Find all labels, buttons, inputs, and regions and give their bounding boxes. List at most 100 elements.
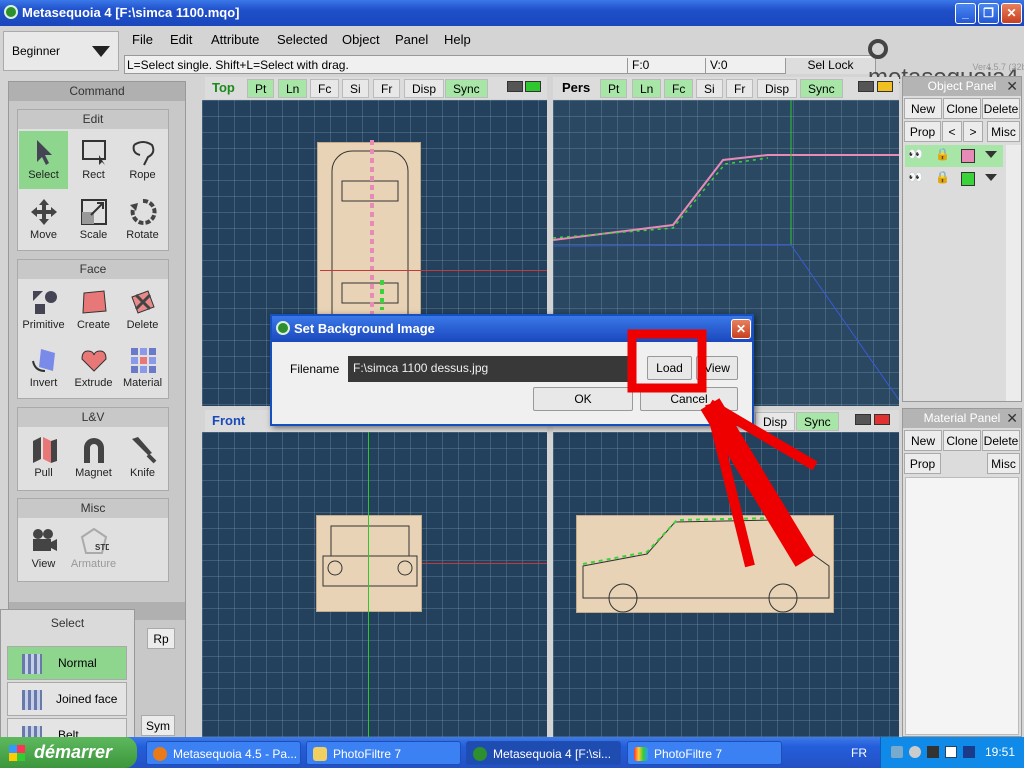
menu-object[interactable]: Object bbox=[342, 32, 380, 47]
object-scrollbar[interactable] bbox=[1006, 145, 1021, 401]
monitor-active-icon[interactable] bbox=[877, 81, 893, 92]
sym-button[interactable]: Sym bbox=[141, 715, 175, 736]
system-tray: 19:51 bbox=[880, 737, 1024, 768]
lock-icon[interactable]: 🔒 bbox=[935, 147, 950, 161]
object-row-2[interactable]: 👀 🔒 bbox=[905, 168, 1003, 190]
pers-fr-button[interactable]: Fr bbox=[726, 79, 754, 98]
menu-edit[interactable]: Edit bbox=[170, 32, 192, 47]
eye-icon[interactable]: 👀 bbox=[908, 147, 923, 161]
select-normal-button[interactable]: Normal bbox=[7, 646, 127, 680]
tray-display-icon[interactable] bbox=[945, 746, 957, 758]
task-metasequoia-active[interactable]: Metasequoia 4 [F:\si... bbox=[466, 741, 621, 765]
sel-lock-button[interactable]: Sel Lock bbox=[785, 58, 875, 74]
lock-icon[interactable]: 🔒 bbox=[935, 170, 950, 184]
monitor-icon[interactable] bbox=[858, 81, 874, 92]
object-delete-button[interactable]: Delete bbox=[982, 98, 1020, 119]
menu-file[interactable]: File bbox=[132, 32, 153, 47]
close-icon[interactable]: ✕ bbox=[1006, 410, 1018, 427]
move-tool-button[interactable]: Move bbox=[19, 191, 68, 249]
object-clone-button[interactable]: Clone bbox=[943, 98, 981, 119]
menu-selected[interactable]: Selected bbox=[277, 32, 328, 47]
lv-section: L&V Pull Magnet Knife bbox=[17, 407, 169, 491]
material-misc-button[interactable]: Misc bbox=[987, 453, 1020, 474]
scale-tool-button[interactable]: Scale bbox=[69, 191, 118, 249]
pull-tool-button[interactable]: Pull bbox=[19, 429, 68, 487]
top-view-label[interactable]: Top bbox=[212, 80, 235, 95]
material-list[interactable] bbox=[905, 477, 1019, 735]
top-fr-button[interactable]: Fr bbox=[373, 79, 401, 98]
select-tool-button[interactable]: Select bbox=[19, 131, 68, 189]
monitor-active-icon[interactable] bbox=[525, 81, 541, 92]
object-prev-button[interactable]: < bbox=[942, 121, 962, 142]
pers-disp-button[interactable]: Disp bbox=[757, 79, 798, 98]
pers-fc-button[interactable]: Fc bbox=[664, 79, 694, 98]
pers-ln-button[interactable]: Ln bbox=[632, 79, 662, 98]
material-delete-button[interactable]: Delete bbox=[982, 430, 1020, 451]
maximize-button[interactable]: ❐ bbox=[978, 3, 999, 24]
monitor-icon[interactable] bbox=[507, 81, 523, 92]
pers-sync-button[interactable]: Sync bbox=[800, 79, 843, 98]
filename-value: F:\simca 1100 dessus.jpg bbox=[353, 361, 489, 375]
view-tool-button[interactable]: View bbox=[19, 520, 68, 578]
top-disp-button[interactable]: Disp bbox=[404, 79, 445, 98]
armature-tool-button[interactable]: STD Armature bbox=[69, 520, 118, 578]
front-view-label[interactable]: Front bbox=[212, 413, 245, 428]
start-button[interactable]: démarrer bbox=[0, 737, 137, 768]
extrude-tool-button[interactable]: Extrude bbox=[69, 339, 118, 397]
rp-button[interactable]: Rp bbox=[147, 628, 175, 649]
rotate-tool-button[interactable]: Rotate bbox=[118, 191, 167, 249]
monitor-icon[interactable] bbox=[855, 414, 871, 425]
pers-si-button[interactable]: Si bbox=[696, 79, 723, 98]
top-si-button[interactable]: Si bbox=[342, 79, 369, 98]
task-photofiltre-1[interactable]: PhotoFiltre 7 bbox=[306, 741, 461, 765]
grid-icon bbox=[22, 690, 42, 710]
tray-app-icon[interactable] bbox=[927, 746, 939, 758]
menu-help[interactable]: Help bbox=[444, 32, 471, 47]
pers-pt-button[interactable]: Pt bbox=[600, 79, 628, 98]
top-ln-button[interactable]: Ln bbox=[278, 79, 308, 98]
magnet-tool-button[interactable]: Magnet bbox=[69, 429, 118, 487]
chevron-down-icon[interactable] bbox=[985, 151, 997, 158]
object-misc-button[interactable]: Misc bbox=[987, 121, 1020, 142]
tray-volume-icon[interactable] bbox=[909, 746, 921, 758]
top-fc-button[interactable]: Fc bbox=[310, 79, 340, 98]
material-tool-button[interactable]: Material bbox=[118, 339, 167, 397]
title-bar[interactable]: Metasequoia 4 [F:\simca 1100.mqo] _ ❐ ✕ bbox=[0, 0, 1024, 26]
menu-panel[interactable]: Panel bbox=[395, 32, 428, 47]
chevron-down-icon[interactable] bbox=[985, 174, 997, 181]
invert-tool-button[interactable]: Invert bbox=[19, 339, 68, 397]
object-row-1[interactable]: 👀 🔒 bbox=[905, 145, 1003, 167]
close-icon[interactable]: ✕ bbox=[1006, 78, 1018, 95]
rect-tool-button[interactable]: Rect bbox=[69, 131, 118, 189]
material-clone-button[interactable]: Clone bbox=[943, 430, 981, 451]
eye-icon[interactable]: 👀 bbox=[908, 170, 923, 184]
front-viewport[interactable] bbox=[202, 432, 547, 737]
tray-network-icon[interactable] bbox=[891, 746, 903, 758]
rope-tool-button[interactable]: Rope bbox=[118, 131, 167, 189]
object-new-button[interactable]: New bbox=[904, 98, 942, 119]
object-next-button[interactable]: > bbox=[963, 121, 983, 142]
create-tool-button[interactable]: Create bbox=[69, 281, 118, 339]
menu-attribute[interactable]: Attribute bbox=[211, 32, 259, 47]
task-photofiltre-2[interactable]: PhotoFiltre 7 bbox=[627, 741, 782, 765]
minimize-button[interactable]: _ bbox=[955, 3, 976, 24]
language-indicator[interactable]: FR bbox=[851, 746, 867, 760]
task-metasequoia-pa[interactable]: Metasequoia 4.5 - Pa... bbox=[146, 741, 301, 765]
object-prop-button[interactable]: Prop bbox=[904, 121, 941, 142]
tray-media-icon[interactable] bbox=[963, 746, 975, 758]
pers-view-label[interactable]: Pers bbox=[562, 80, 590, 95]
ok-button[interactable]: OK bbox=[533, 387, 633, 411]
top-pt-button[interactable]: Pt bbox=[247, 79, 275, 98]
filename-input[interactable]: F:\simca 1100 dessus.jpg bbox=[348, 356, 630, 382]
mode-dropdown[interactable]: Beginner bbox=[3, 31, 119, 71]
primitive-tool-button[interactable]: Primitive bbox=[19, 281, 68, 339]
material-new-button[interactable]: New bbox=[904, 430, 942, 451]
knife-tool-button[interactable]: Knife bbox=[118, 429, 167, 487]
delete-tool-button[interactable]: Delete bbox=[118, 281, 167, 339]
material-prop-button[interactable]: Prop bbox=[904, 453, 941, 474]
scale-icon bbox=[80, 199, 107, 225]
monitor-active-icon[interactable] bbox=[874, 414, 890, 425]
select-joined-face-button[interactable]: Joined face bbox=[7, 682, 127, 716]
close-button[interactable]: ✕ bbox=[1001, 3, 1022, 24]
top-sync-button[interactable]: Sync bbox=[445, 79, 488, 98]
